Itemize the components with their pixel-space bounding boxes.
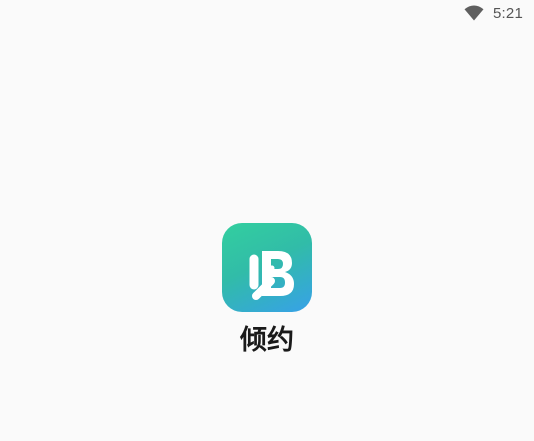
app-name: 倾约 xyxy=(240,325,294,356)
app-logo-icon xyxy=(222,223,312,312)
splash-screen: 倾约 xyxy=(0,0,534,441)
